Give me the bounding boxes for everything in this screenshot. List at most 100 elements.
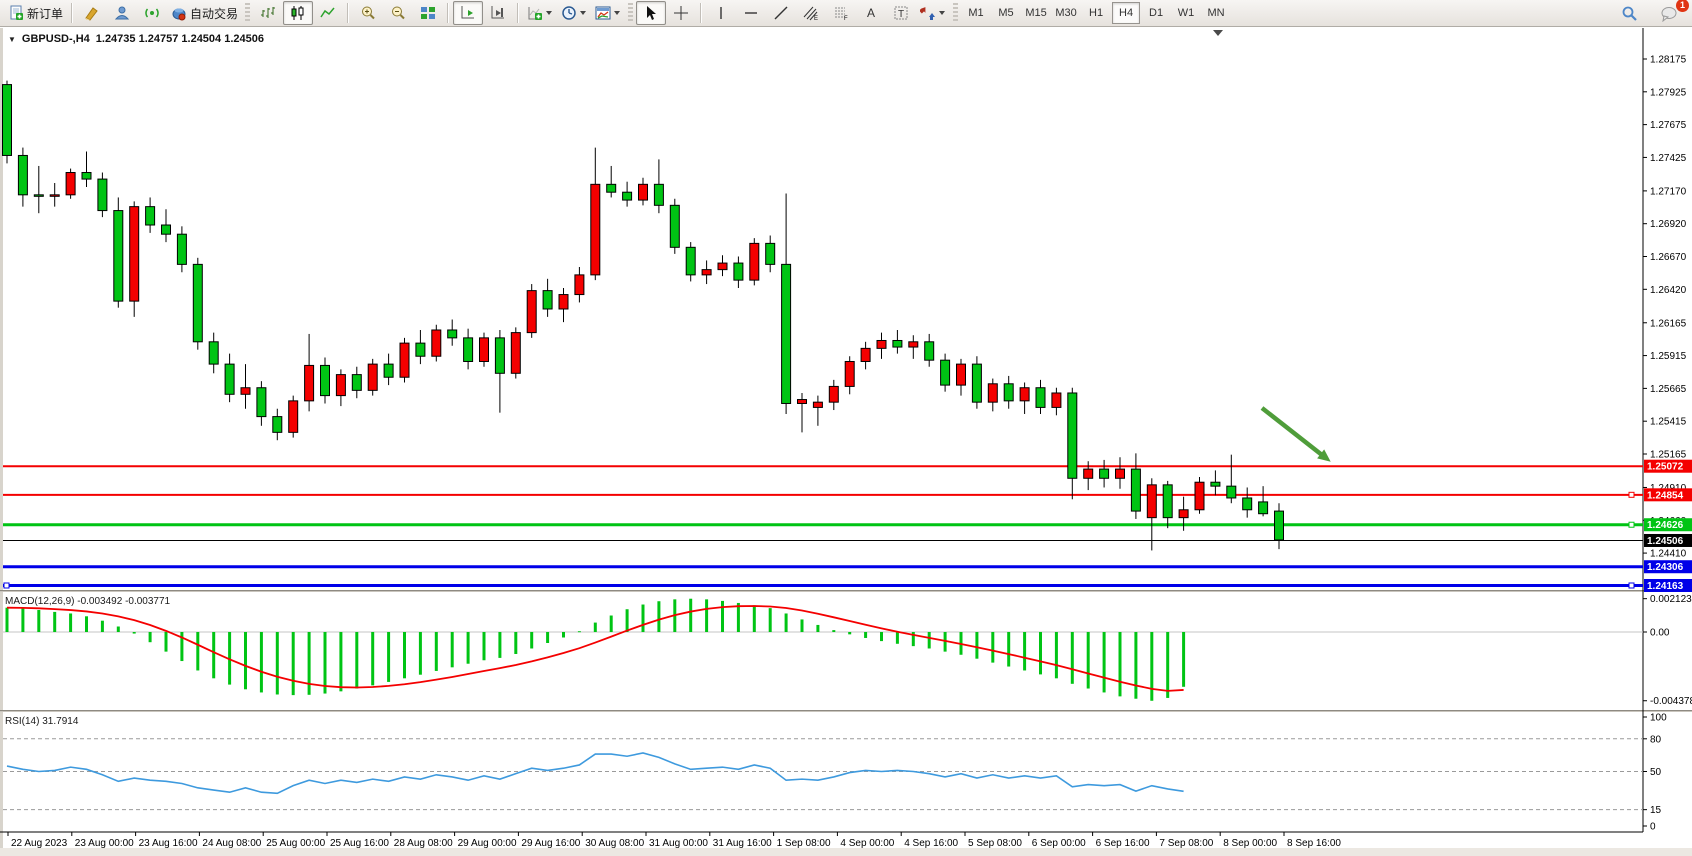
candle-body[interactable] (416, 343, 425, 356)
macd-histogram-bar[interactable] (467, 632, 470, 664)
macd-histogram-bar[interactable] (832, 630, 835, 632)
macd-histogram-bar[interactable] (864, 632, 867, 638)
candle-body[interactable] (543, 291, 552, 309)
macd-histogram-bar[interactable] (1182, 632, 1185, 687)
candle-body[interactable] (384, 364, 393, 377)
signals-button[interactable] (137, 1, 167, 25)
candle-body[interactable] (972, 364, 981, 402)
text-button[interactable]: A (856, 1, 886, 25)
candle-body[interactable] (321, 365, 330, 395)
macd-histogram-bar[interactable] (975, 632, 978, 659)
candle-body[interactable] (1147, 485, 1156, 518)
macd-histogram-bar[interactable] (816, 625, 819, 632)
arrows-dropdown[interactable] (916, 1, 950, 25)
candle-body[interactable] (575, 275, 584, 295)
macd-histogram-bar[interactable] (212, 632, 215, 678)
macd-histogram-bar[interactable] (610, 616, 613, 632)
macd-histogram-bar[interactable] (498, 632, 501, 658)
macd-histogram-bar[interactable] (991, 632, 994, 663)
macd-histogram-bar[interactable] (196, 632, 199, 670)
fibonacci-button[interactable]: F (826, 1, 856, 25)
macd-histogram-bar[interactable] (801, 619, 804, 632)
candle-body[interactable] (3, 85, 12, 156)
bar-chart-button[interactable] (253, 1, 283, 25)
candle-body[interactable] (432, 330, 441, 356)
candle-body[interactable] (623, 192, 632, 200)
candle-body[interactable] (607, 184, 616, 192)
candle-body[interactable] (114, 211, 123, 302)
timeframe-button-mn[interactable]: MN (1202, 2, 1230, 24)
timeframe-button-w1[interactable]: W1 (1172, 2, 1200, 24)
line-handle[interactable] (1629, 522, 1634, 527)
candle-body[interactable] (734, 263, 743, 280)
macd-histogram-bar[interactable] (896, 632, 899, 644)
equidistant-channel-button[interactable]: E (796, 1, 826, 25)
candle-body[interactable] (82, 173, 91, 180)
macd-histogram-bar[interactable] (308, 632, 311, 695)
candle-body[interactable] (639, 184, 648, 200)
macd-histogram-bar[interactable] (594, 623, 597, 632)
macd-histogram-bar[interactable] (530, 632, 533, 648)
chart-shift-button[interactable] (483, 1, 513, 25)
candle-body[interactable] (670, 205, 679, 247)
cursor-button[interactable] (636, 1, 666, 25)
timeframe-button-m5[interactable]: M5 (992, 2, 1020, 24)
price-chart[interactable]: 1.281751.279251.276751.274251.271701.269… (0, 28, 1692, 856)
macd-histogram-bar[interactable] (324, 632, 327, 694)
macd-histogram-bar[interactable] (21, 608, 24, 632)
macd-histogram-bar[interactable] (514, 632, 517, 654)
macd-histogram-bar[interactable] (85, 616, 88, 632)
candle-body[interactable] (1036, 388, 1045, 408)
candle-body[interactable] (1259, 502, 1268, 514)
candle-body[interactable] (1116, 469, 1125, 478)
candle-body[interactable] (1275, 511, 1284, 540)
macd-histogram-bar[interactable] (371, 632, 374, 685)
candle-body[interactable] (464, 338, 473, 362)
line-handle[interactable] (4, 583, 9, 588)
macd-histogram-bar[interactable] (53, 612, 56, 632)
candle-body[interactable] (1163, 485, 1172, 518)
macd-histogram-bar[interactable] (737, 603, 740, 632)
candle-body[interactable] (702, 270, 711, 275)
zoom-in-button[interactable] (353, 1, 383, 25)
candle-body[interactable] (1020, 388, 1029, 401)
candle-body[interactable] (750, 243, 759, 280)
horizontal-line-button[interactable] (736, 1, 766, 25)
templates-dropdown[interactable] (591, 1, 625, 25)
zoom-out-button[interactable] (383, 1, 413, 25)
macd-histogram-bar[interactable] (705, 599, 708, 632)
line-handle[interactable] (1629, 492, 1634, 497)
candle-body[interactable] (495, 338, 504, 373)
macd-histogram-bar[interactable] (769, 608, 772, 632)
candle-body[interactable] (66, 173, 75, 195)
macd-histogram-bar[interactable] (451, 632, 454, 667)
macd-histogram-bar[interactable] (37, 610, 40, 632)
candle-body[interactable] (448, 330, 457, 338)
indicators-dropdown[interactable] (523, 1, 557, 25)
candle-body[interactable] (50, 195, 59, 197)
macd-histogram-bar[interactable] (355, 632, 358, 689)
macd-histogram-bar[interactable] (6, 608, 9, 632)
new-order-button[interactable]: 新订单 (4, 1, 67, 25)
macd-histogram-bar[interactable] (928, 632, 931, 648)
candle-body[interactable] (813, 402, 822, 407)
macd-histogram-bar[interactable] (1055, 632, 1058, 678)
candle-body[interactable] (1100, 469, 1109, 478)
candle-body[interactable] (511, 333, 520, 374)
macd-histogram-bar[interactable] (1166, 632, 1169, 698)
candle-body[interactable] (829, 386, 838, 402)
macd-histogram-bar[interactable] (276, 632, 279, 694)
macd-histogram-bar[interactable] (578, 631, 581, 632)
candle-body[interactable] (18, 155, 27, 194)
candle-body[interactable] (941, 360, 950, 385)
macd-histogram-bar[interactable] (880, 632, 883, 641)
timeframe-button-m1[interactable]: M1 (962, 2, 990, 24)
timeframe-button-h1[interactable]: H1 (1082, 2, 1110, 24)
search-button[interactable] (1614, 2, 1644, 26)
candle-body[interactable] (336, 375, 345, 396)
candle-body[interactable] (352, 375, 361, 391)
macd-histogram-bar[interactable] (101, 621, 104, 632)
candle-body[interactable] (798, 400, 807, 404)
candle-body[interactable] (400, 343, 409, 377)
macd-histogram-bar[interactable] (562, 632, 565, 637)
